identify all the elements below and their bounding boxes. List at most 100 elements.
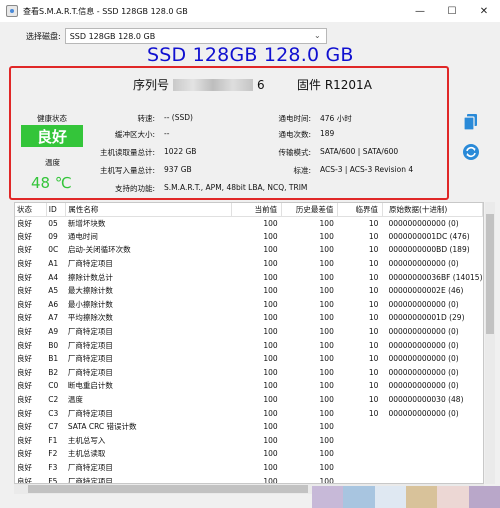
features-value: S.M.A.R.T., APM, 48bit LBA, NCQ, TRIM: [164, 183, 308, 192]
table-row[interactable]: 良好 A7 平均擦除次数 100 100 10 00000000001D (29): [15, 311, 483, 325]
smart-attribute-table[interactable]: 状态 ID 属性名称 当前值 历史最差值 临界值 原始数据(十进制) 良好 05 新…: [14, 202, 484, 484]
features-row: 支持的功能: S.M.A.R.T., APM, 48bit LBA, NCQ, …: [91, 183, 307, 194]
column-header-current[interactable]: 当前值: [231, 203, 283, 217]
column-header-status[interactable]: 状态: [15, 203, 47, 217]
cell-worst: 100: [319, 313, 334, 323]
table-row[interactable]: 良好 F3 厂商特定项目 100 100: [15, 461, 483, 475]
cell-current: 100: [263, 327, 278, 337]
transfer-mode-label: 传输模式:: [278, 148, 311, 157]
close-button[interactable]: ✕: [468, 0, 500, 22]
column-header-threshold[interactable]: 临界值: [337, 203, 383, 217]
cell-status: 良好: [17, 422, 32, 432]
cell-raw: 000000000000 (0): [388, 299, 459, 309]
refresh-icon[interactable]: [462, 143, 480, 161]
cell-status: 良好: [17, 327, 32, 337]
horizontal-scroll-thumb[interactable]: [28, 485, 308, 493]
table-row[interactable]: 良好 B2 厂商特定项目 100 100 10 000000000000 (0): [15, 366, 483, 380]
host-read-value: 1022 GB: [164, 147, 197, 156]
cell-id: A7: [48, 313, 59, 323]
cell-worst: 100: [319, 299, 334, 309]
cell-raw: 0000000001DC (476): [388, 231, 470, 241]
cell-current: 100: [263, 218, 278, 228]
cell-name: 厂商特定项目: [67, 367, 113, 377]
cell-current: 100: [263, 313, 278, 323]
cell-threshold: [338, 474, 383, 483]
window-title: 查看S.M.A.R.T.信息 - SSD 128GB 128.0 GB: [23, 6, 188, 16]
buffer-value: --: [164, 129, 170, 138]
table-row[interactable]: 良好 A5 最大擦除计数 100 100 10 00000000002E (46): [15, 284, 483, 298]
cell-raw: 00000000002E (46): [388, 286, 464, 296]
disk-label: 选择磁盘:: [26, 31, 61, 41]
table-row[interactable]: 良好 C7 SATA CRC 错误计数 100 100: [15, 420, 483, 434]
table-row[interactable]: 良好 A9 厂商特定项目 100 100 10 000000000000 (0): [15, 325, 483, 339]
column-header-worst[interactable]: 历史最差值: [281, 203, 339, 217]
cell-threshold: 10: [368, 231, 379, 241]
cell-current: 100: [263, 367, 278, 377]
table-row[interactable]: 良好 0C 启动-关闭循环次数 100 100 10 0000000000BD (189): [15, 243, 483, 257]
cell-status: 良好: [17, 354, 32, 364]
disk-select[interactable]: SSD 128GB 128.0 GB ⌄: [64, 28, 327, 44]
cell-id: B1: [48, 354, 59, 364]
cell-threshold: [338, 434, 383, 448]
host-read-row: 主机读取量总计: 1022 GB: [91, 147, 196, 158]
vertical-scrollbar[interactable]: [485, 202, 495, 484]
cell-name: 断电重启计数: [67, 381, 113, 391]
table-header-row: 状态 ID 属性名称 当前值 历史最差值 临界值 原始数据(十进制): [15, 203, 483, 217]
cell-current: 100: [263, 299, 278, 309]
table-row[interactable]: 良好 05 新增坏块数 100 100 10 000000000000 (0): [15, 216, 483, 230]
table-row[interactable]: 良好 C0 断电重启计数 100 100 10 000000000000 (0): [15, 379, 483, 393]
cell-current: 100: [263, 462, 278, 472]
cell-raw: 000000000000 (0): [388, 367, 459, 377]
column-header-raw[interactable]: 原始数据(十进制): [382, 203, 483, 217]
cell-name: 温度: [67, 395, 83, 405]
cell-threshold: 10: [368, 340, 379, 350]
table-row[interactable]: 良好 B1 厂商特定项目 100 100 10 000000000000 (0): [15, 352, 483, 366]
table-row[interactable]: 良好 B0 厂商特定项目 100 100 10 000000000000 (0): [15, 338, 483, 352]
cell-worst: 100: [319, 422, 334, 432]
table-row[interactable]: 良好 09 通电时间 100 100 10 0000000001DC (476): [15, 230, 483, 244]
column-header-name[interactable]: 属性名称: [65, 203, 232, 217]
cell-id: B0: [48, 340, 59, 350]
cell-name: 厂商特定项目: [67, 327, 113, 337]
maximize-button[interactable]: ☐: [436, 0, 468, 22]
cell-name: 平均擦除次数: [67, 313, 113, 323]
cell-threshold: [338, 461, 383, 475]
cell-id: B2: [48, 367, 59, 377]
cell-id: C3: [48, 408, 59, 418]
cell-name: 主机总写入: [67, 435, 106, 445]
table-row[interactable]: 良好 C2 温度 100 100 10 000000000030 (48): [15, 393, 483, 407]
speed-value: -- (SSD): [164, 113, 193, 122]
cell-status: 良好: [17, 245, 32, 255]
table-row[interactable]: 良好 F5 厂商特定项目 100 100: [15, 474, 483, 483]
cell-current: 100: [263, 381, 278, 391]
minimize-button[interactable]: —: [404, 0, 436, 22]
table-row[interactable]: 良好 F1 主机总写入 100 100: [15, 434, 483, 448]
cell-current: 100: [263, 449, 278, 459]
temperature-label: 温度: [45, 158, 60, 167]
cell-worst: 100: [319, 286, 334, 296]
chevron-down-icon: ⌄: [314, 31, 321, 40]
cell-name: 厂商特定项目: [67, 354, 113, 364]
cell-current: 100: [263, 395, 278, 405]
power-on-hours-label: 通电时间:: [278, 114, 311, 123]
cell-worst: 100: [319, 449, 334, 459]
table-row[interactable]: 良好 A4 擦除计数总计 100 100 10 00000000036BF (14015): [15, 270, 483, 284]
cell-id: 0C: [48, 245, 59, 255]
table-row[interactable]: 良好 A6 最小擦除计数 100 100 10 000000000000 (0): [15, 298, 483, 312]
transfer-mode-value: SATA/600 | SATA/600: [320, 147, 399, 156]
copy-icon[interactable]: [462, 113, 480, 131]
table-row[interactable]: 良好 A1 厂商特定项目 100 100 10 000000000000 (0): [15, 257, 483, 271]
cell-status: 良好: [17, 259, 32, 269]
column-header-id[interactable]: ID: [46, 203, 67, 217]
disk-select-value: SSD 128GB 128.0 GB: [69, 31, 156, 41]
serial-redacted: [173, 78, 254, 91]
table-row[interactable]: 良好 C3 厂商特定项目 100 100 10 000000000000 (0): [15, 406, 483, 420]
cell-threshold: [338, 420, 383, 434]
cell-status: 良好: [17, 286, 32, 296]
cell-id: 09: [48, 231, 58, 241]
cell-status: 良好: [17, 367, 32, 377]
cell-worst: 100: [319, 218, 334, 228]
disk-selector-row: 选择磁盘: SSD 128GB 128.0 GB ⌄: [26, 28, 327, 44]
vertical-scroll-thumb[interactable]: [486, 214, 494, 334]
table-row[interactable]: 良好 F2 主机总读取 100 100: [15, 447, 483, 461]
